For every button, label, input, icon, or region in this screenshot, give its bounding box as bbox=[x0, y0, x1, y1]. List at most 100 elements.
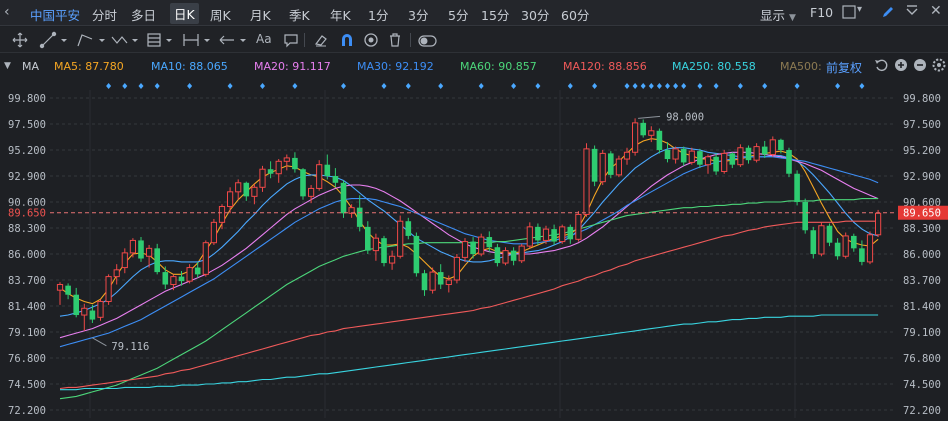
signal-marker bbox=[665, 83, 670, 89]
candle-body bbox=[866, 234, 874, 263]
comment-icon[interactable] bbox=[283, 32, 299, 52]
line-tool-icon[interactable] bbox=[39, 31, 67, 49]
ma-legend-item[interactable]: MA250: 80.558 bbox=[672, 60, 756, 73]
period-toolbar: ‹ 中国平安 分时 多日 日K 周K 月K 季K 年K 1分 3分 5分 15分 30分 60分 显示 … bbox=[0, 0, 948, 26]
candlestick-chart[interactable]: 99.80097.50095.20092.90090.60088.30086.0… bbox=[0, 80, 948, 421]
period-tab[interactable]: 多日 bbox=[131, 5, 156, 24]
y-tick-label: 88.300 bbox=[8, 223, 46, 235]
ma-legend-bar: ▼ MA MA5: 87.780 MA10: 88.065 MA20: 91.117… bbox=[0, 54, 948, 80]
candle-body bbox=[292, 157, 298, 170]
minus-circle-icon[interactable] bbox=[913, 58, 927, 75]
candle-body bbox=[146, 247, 153, 257]
plus-circle-icon[interactable] bbox=[894, 58, 908, 75]
candle-body bbox=[73, 294, 79, 316]
signal-marker bbox=[648, 83, 654, 89]
candle-body bbox=[138, 240, 144, 259]
signal-marker bbox=[341, 83, 346, 89]
candle-body bbox=[688, 150, 695, 163]
close-icon[interactable]: ✕ bbox=[930, 3, 942, 19]
candle-body bbox=[316, 164, 323, 189]
toggle-icon[interactable] bbox=[418, 33, 438, 52]
settings-icon[interactable] bbox=[932, 58, 946, 75]
candle-body bbox=[332, 176, 339, 183]
f10-button[interactable]: F10 bbox=[810, 5, 833, 20]
period-tab[interactable]: 3分 bbox=[408, 5, 428, 24]
undo-icon[interactable] bbox=[874, 58, 888, 75]
candle-body bbox=[810, 230, 817, 254]
signal-marker bbox=[835, 83, 841, 89]
period-tab[interactable]: 1分 bbox=[368, 5, 388, 24]
candle-body bbox=[502, 250, 509, 264]
candle-body bbox=[210, 221, 218, 244]
period-tab[interactable]: 日K bbox=[170, 3, 199, 24]
indicator-label[interactable]: MA bbox=[22, 60, 39, 73]
candle-body bbox=[794, 173, 800, 202]
signal-marker bbox=[567, 83, 573, 89]
candle-body bbox=[769, 139, 776, 156]
y-tick-label: 92.900 bbox=[903, 171, 941, 183]
ma-legend-item[interactable]: MA60: 90.857 bbox=[460, 60, 537, 73]
pen-icon[interactable] bbox=[880, 4, 896, 24]
period-tab[interactable]: 月K bbox=[250, 5, 271, 24]
eye-icon[interactable] bbox=[363, 32, 379, 52]
candle-body bbox=[664, 150, 671, 160]
move-icon[interactable] bbox=[6, 32, 34, 48]
wave-tool-icon[interactable] bbox=[111, 36, 138, 44]
period-tab[interactable]: 分时 bbox=[92, 5, 117, 24]
period-tab[interactable]: 周K bbox=[210, 5, 231, 24]
y-axis-right: 99.80097.50095.20092.90090.60088.30086.0… bbox=[903, 93, 941, 417]
ma-legend-item[interactable]: MA5: 87.780 bbox=[54, 60, 124, 73]
y-tick-label: 88.300 bbox=[903, 223, 941, 235]
period-tab[interactable]: 年K bbox=[330, 5, 351, 24]
signal-marker bbox=[187, 83, 193, 89]
y-tick-label: 72.200 bbox=[903, 405, 941, 417]
candle-body bbox=[186, 267, 193, 282]
triangle-down-icon[interactable]: ▼ bbox=[4, 61, 11, 71]
candle-body bbox=[737, 147, 744, 166]
magnet-icon[interactable] bbox=[339, 32, 355, 52]
candle-body bbox=[672, 148, 679, 160]
period-tab[interactable]: 5分 bbox=[448, 5, 468, 24]
display-dropdown[interactable]: 显示 ▼ bbox=[760, 5, 796, 24]
y-tick-label: 83.700 bbox=[903, 275, 941, 287]
annotation-low: 79.116 bbox=[111, 341, 149, 353]
candle-body bbox=[697, 151, 703, 165]
candle-body bbox=[842, 235, 849, 257]
signal-marker bbox=[794, 83, 800, 89]
y-tick-label: 97.500 bbox=[903, 119, 941, 131]
ma-legend-item[interactable]: MA120: 88.856 bbox=[563, 60, 647, 73]
candle-body bbox=[300, 169, 306, 197]
candle-body bbox=[623, 151, 631, 160]
ma-legend-item[interactable]: MA30: 92.192 bbox=[357, 60, 434, 73]
period-tab[interactable]: 15分 bbox=[481, 5, 509, 24]
ma-legend-item[interactable]: MA500: bbox=[780, 60, 822, 73]
candle-body bbox=[721, 152, 728, 172]
period-tab[interactable]: 季K bbox=[289, 5, 310, 24]
period-tab[interactable]: 30分 bbox=[521, 5, 549, 24]
display-label: 显示 bbox=[760, 8, 786, 23]
ma-legend-item[interactable]: MA20: 91.117 bbox=[254, 60, 331, 73]
eraser-icon[interactable] bbox=[313, 32, 329, 52]
trash-icon[interactable] bbox=[387, 32, 403, 52]
stock-name[interactable]: 中国平安 bbox=[30, 5, 80, 24]
ma-legend-item[interactable]: MA10: 88.065 bbox=[151, 60, 228, 73]
fibonacci-tool-icon[interactable] bbox=[147, 33, 172, 47]
text-tool-button[interactable]: Aa bbox=[256, 32, 272, 46]
y-tick-label: 99.800 bbox=[903, 93, 941, 105]
candle-body bbox=[470, 241, 476, 254]
checkbox-icon[interactable] bbox=[842, 5, 856, 23]
candle-body bbox=[583, 148, 590, 215]
candle-body bbox=[834, 242, 841, 257]
collapse-icon[interactable] bbox=[905, 4, 919, 24]
caret-down-icon[interactable]: ▾ bbox=[857, 4, 862, 15]
arrow-tool-icon[interactable] bbox=[219, 35, 246, 45]
range-tool-icon[interactable] bbox=[183, 34, 210, 46]
chevron-left-icon[interactable]: ‹ bbox=[4, 4, 10, 20]
candle-body bbox=[551, 229, 557, 242]
adjust-mode-button[interactable]: 前复权 bbox=[826, 59, 862, 76]
candle-body bbox=[786, 150, 792, 174]
polyline-tool-icon[interactable] bbox=[77, 34, 105, 47]
y-tick-label: 76.800 bbox=[8, 353, 46, 365]
period-tab[interactable]: 60分 bbox=[561, 5, 589, 24]
signal-marker bbox=[632, 83, 638, 89]
